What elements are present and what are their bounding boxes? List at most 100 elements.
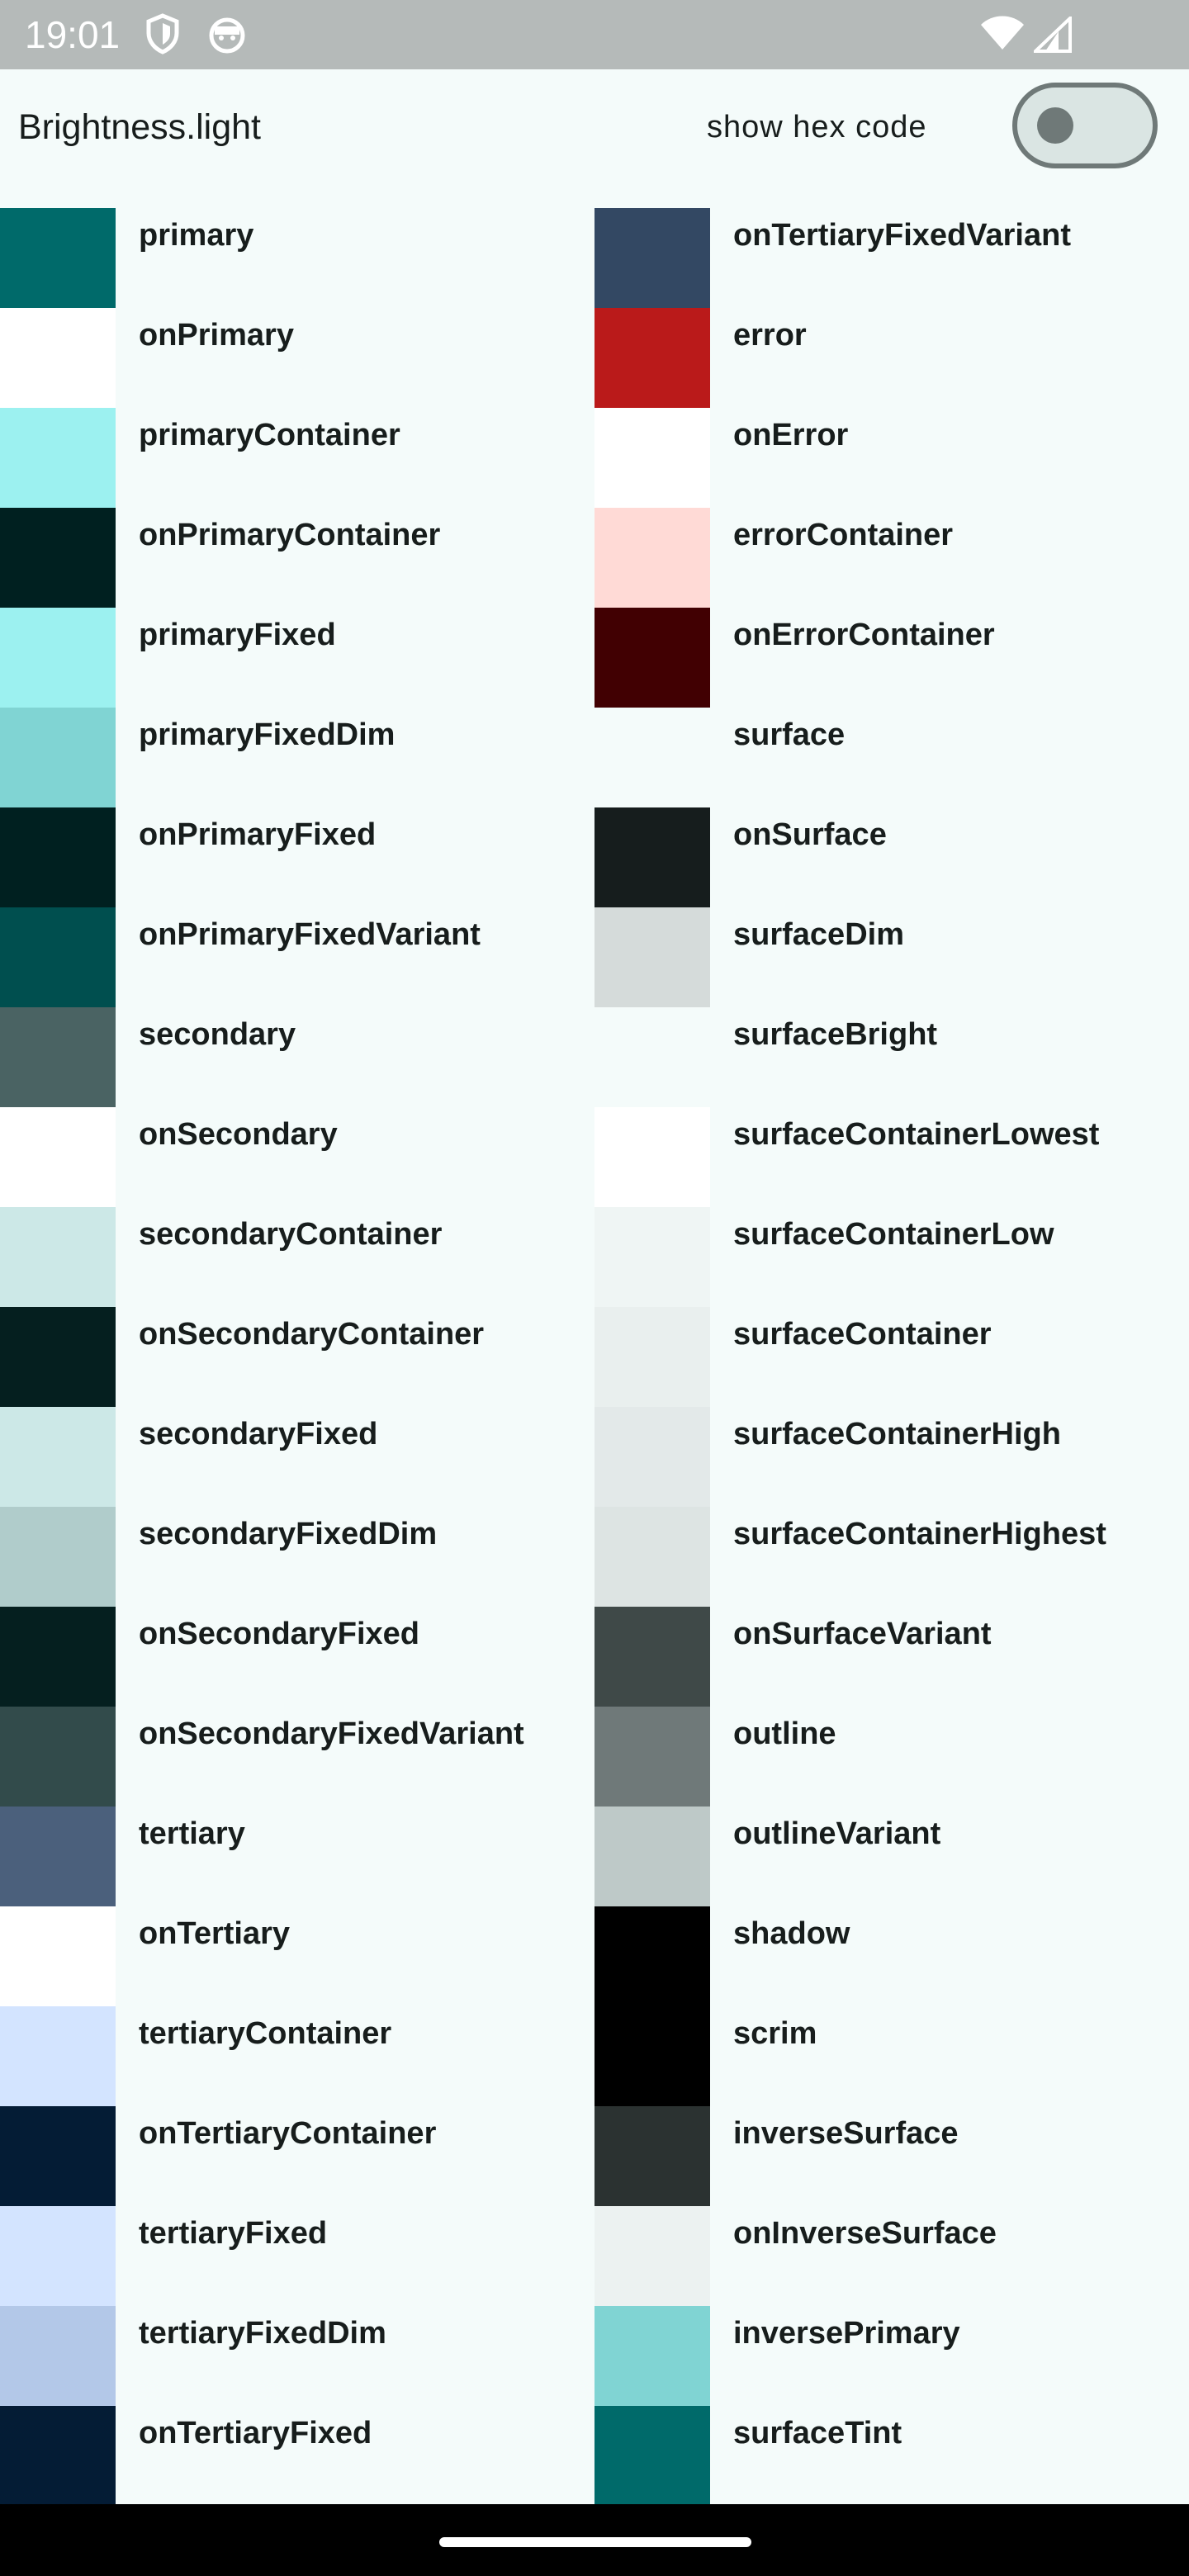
color-name-label: onSecondaryContainer xyxy=(139,1317,485,1352)
color-swatch xyxy=(0,1807,116,1906)
color-row: onSurface xyxy=(594,807,1189,907)
color-swatch xyxy=(0,1707,116,1807)
color-swatch xyxy=(594,1007,710,1107)
color-name-label: surfaceDim xyxy=(733,917,904,952)
color-swatch xyxy=(0,1906,116,2006)
color-row: onPrimaryFixedVariant xyxy=(0,907,594,1007)
color-swatch xyxy=(0,907,116,1007)
color-name-label: surfaceContainerLowest xyxy=(733,1117,1100,1152)
color-swatch xyxy=(594,1707,710,1807)
color-swatch xyxy=(594,1507,710,1607)
color-swatch xyxy=(594,508,710,608)
color-swatch xyxy=(594,1307,710,1407)
color-column-right: onTertiaryFixedVariant error onError errorC… xyxy=(594,208,1189,2504)
color-row: primaryFixed xyxy=(0,608,594,708)
status-bar: 19:01 xyxy=(0,0,1189,69)
color-row: errorContainer xyxy=(594,508,1189,608)
color-row: surfaceTint xyxy=(594,2406,1189,2504)
color-name-label: onError xyxy=(733,418,849,452)
color-name-label: inversePrimary xyxy=(733,2316,960,2351)
color-row: surfaceContainerHigh xyxy=(594,1407,1189,1507)
color-name-label: secondaryFixed xyxy=(139,1417,378,1451)
color-row: scrim xyxy=(594,2006,1189,2106)
color-swatch xyxy=(594,1207,710,1307)
color-name-label: primaryContainer xyxy=(139,418,400,452)
color-swatch xyxy=(0,1007,116,1107)
color-swatch xyxy=(0,208,116,308)
cellular-signal-icon xyxy=(1031,14,1072,57)
color-row: onPrimary xyxy=(0,308,594,408)
color-row: onSecondary xyxy=(0,1107,594,1207)
color-row: onTertiaryFixed xyxy=(0,2406,594,2504)
color-name-label: outline xyxy=(733,1717,836,1751)
color-swatch xyxy=(594,1107,710,1207)
gesture-handle[interactable] xyxy=(439,2537,751,2547)
color-name-label: onTertiaryFixedVariant xyxy=(733,218,1071,253)
color-swatch xyxy=(0,2406,116,2504)
color-scheme-grid: primary onPrimary primaryContainer onPrimar… xyxy=(0,208,1189,2504)
color-row: tertiaryFixedDim xyxy=(0,2306,594,2406)
color-row: onTertiary xyxy=(0,1906,594,2006)
color-name-label: surfaceContainerLow xyxy=(733,1217,1054,1252)
color-swatch xyxy=(594,608,710,708)
color-row: tertiaryContainer xyxy=(0,2006,594,2106)
color-row: inverseSurface xyxy=(594,2106,1189,2206)
color-row: secondary xyxy=(0,1007,594,1107)
color-row: secondaryFixedDim xyxy=(0,1507,594,1607)
color-name-label: tertiary xyxy=(139,1816,245,1851)
color-column-left: primary onPrimary primaryContainer onPrimar… xyxy=(0,208,594,2504)
color-row: onInverseSurface xyxy=(594,2206,1189,2306)
color-name-label: shadow xyxy=(733,1916,850,1951)
color-name-label: onSecondaryFixedVariant xyxy=(139,1717,524,1751)
show-hex-code-label: show hex code xyxy=(707,110,927,144)
color-swatch xyxy=(594,2106,710,2206)
show-hex-code-toggle[interactable] xyxy=(1012,83,1158,168)
color-swatch xyxy=(0,1107,116,1207)
color-row: surfaceContainerHighest xyxy=(594,1507,1189,1607)
color-name-label: secondaryContainer xyxy=(139,1217,443,1252)
color-swatch xyxy=(0,807,116,907)
toggle-knob xyxy=(1037,107,1073,144)
color-row: surface xyxy=(594,708,1189,807)
color-row: primaryFixedDim xyxy=(0,708,594,807)
color-row: onPrimaryContainer xyxy=(0,508,594,608)
color-name-label: onErrorContainer xyxy=(733,618,995,652)
color-row: onTertiaryFixedVariant xyxy=(594,208,1189,308)
color-swatch xyxy=(0,708,116,807)
color-swatch xyxy=(0,1507,116,1607)
color-row: surfaceContainerLowest xyxy=(594,1107,1189,1207)
color-swatch xyxy=(0,308,116,408)
color-name-label: surfaceContainer xyxy=(733,1317,992,1352)
color-row: primary xyxy=(0,208,594,308)
color-name-label: secondaryFixedDim xyxy=(139,1517,438,1551)
color-name-label: onPrimaryFixed xyxy=(139,817,377,852)
color-row: surfaceBright xyxy=(594,1007,1189,1107)
color-row: error xyxy=(594,308,1189,408)
emoji-face-icon xyxy=(208,17,246,59)
color-swatch xyxy=(0,2206,116,2306)
color-swatch xyxy=(594,2006,710,2106)
color-name-label: inverseSurface xyxy=(733,2116,959,2151)
color-swatch xyxy=(594,308,710,408)
status-time: 19:01 xyxy=(25,13,121,56)
color-row: onPrimaryFixed xyxy=(0,807,594,907)
color-name-label: surfaceContainerHighest xyxy=(733,1517,1106,1551)
color-swatch xyxy=(594,2406,710,2504)
color-name-label: primary xyxy=(139,218,254,253)
color-swatch xyxy=(0,2006,116,2106)
color-name-label: surface xyxy=(733,717,846,752)
color-row: onSurfaceVariant xyxy=(594,1607,1189,1707)
color-swatch xyxy=(594,1906,710,2006)
color-name-label: primaryFixedDim xyxy=(139,717,396,752)
color-swatch xyxy=(594,1607,710,1707)
color-name-label: surfaceBright xyxy=(733,1017,938,1052)
color-name-label: onSurface xyxy=(733,817,887,852)
color-name-label: onTertiaryFixed xyxy=(139,2416,372,2451)
color-row: tertiary xyxy=(0,1807,594,1906)
color-name-label: onTertiaryContainer xyxy=(139,2116,437,2151)
color-name-label: onPrimaryFixedVariant xyxy=(139,917,481,952)
color-row: onSecondaryContainer xyxy=(0,1307,594,1407)
color-name-label: onSecondary xyxy=(139,1117,338,1152)
color-swatch xyxy=(0,2306,116,2406)
color-swatch xyxy=(0,508,116,608)
